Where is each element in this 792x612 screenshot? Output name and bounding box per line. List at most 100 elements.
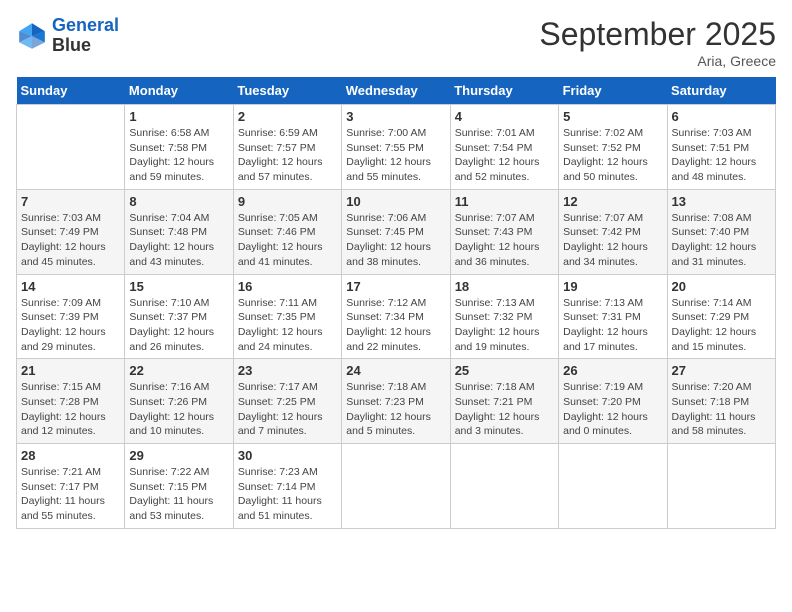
calendar-cell: 22 Sunrise: 7:16 AMSunset: 7:26 PMDayligh… [125,359,233,444]
day-info: Sunrise: 7:21 AMSunset: 7:17 PMDaylight:… [21,465,120,524]
day-info: Sunrise: 7:13 AMSunset: 7:31 PMDaylight:… [563,296,662,355]
calendar-cell [559,444,667,529]
weekday-header-friday: Friday [559,77,667,105]
day-info: Sunrise: 7:18 AMSunset: 7:23 PMDaylight:… [346,380,445,439]
day-info: Sunrise: 7:12 AMSunset: 7:34 PMDaylight:… [346,296,445,355]
day-info: Sunrise: 7:13 AMSunset: 7:32 PMDaylight:… [455,296,554,355]
calendar-cell: 3Sunrise: 7:00 AMSunset: 7:55 PMDaylight… [342,105,450,190]
weekday-header-tuesday: Tuesday [233,77,341,105]
day-info: Sunrise: 7:02 AMSunset: 7:52 PMDaylight:… [563,126,662,185]
calendar-cell: 30Sunrise: 7:23 AMSunset: 7:14 PMDayligh… [233,444,341,529]
calendar-cell: 16Sunrise: 7:11 AMSunset: 7:35 PMDayligh… [233,274,341,359]
calendar-cell: 28 Sunrise: 7:21 AMSunset: 7:17 PMDayligh… [17,444,125,529]
day-info: Sunrise: 7:19 AMSunset: 7:20 PMDaylight:… [563,380,662,439]
day-info: Sunrise: 7:01 AMSunset: 7:54 PMDaylight:… [455,126,554,185]
day-number: 19 [563,279,662,294]
logo-icon [16,20,48,52]
calendar-cell: 18 Sunrise: 7:13 AMSunset: 7:32 PMDayligh… [450,274,558,359]
day-info: Sunrise: 7:15 AMSunset: 7:28 PMDaylight:… [21,380,120,439]
calendar-cell: 12Sunrise: 7:07 AMSunset: 7:42 PMDayligh… [559,189,667,274]
calendar-cell [17,105,125,190]
day-info: Sunrise: 7:14 AMSunset: 7:29 PMDaylight:… [672,296,771,355]
day-number: 12 [563,194,662,209]
day-info: Sunrise: 7:04 AMSunset: 7:48 PMDaylight:… [129,211,228,270]
calendar-table: SundayMondayTuesdayWednesdayThursdayFrid… [16,77,776,529]
calendar-cell: 6Sunrise: 7:03 AMSunset: 7:51 PMDaylight… [667,105,775,190]
calendar-cell: 14 Sunrise: 7:09 AMSunset: 7:39 PMDayligh… [17,274,125,359]
day-info: Sunrise: 6:59 AMSunset: 7:57 PMDaylight:… [238,126,337,185]
day-number: 2 [238,109,337,124]
calendar-cell: 24 Sunrise: 7:18 AMSunset: 7:23 PMDayligh… [342,359,450,444]
calendar-cell: 25Sunrise: 7:18 AMSunset: 7:21 PMDayligh… [450,359,558,444]
page-header: General Blue September 2025 Aria, Greece [16,16,776,69]
calendar-cell: 8Sunrise: 7:04 AMSunset: 7:48 PMDaylight… [125,189,233,274]
logo: General Blue [16,16,119,56]
calendar-week-5: 28 Sunrise: 7:21 AMSunset: 7:17 PMDayligh… [17,444,776,529]
calendar-cell [342,444,450,529]
day-number: 24 [346,363,445,378]
day-number: 1 [129,109,228,124]
calendar-cell: 20 Sunrise: 7:14 AMSunset: 7:29 PMDayligh… [667,274,775,359]
day-info: Sunrise: 7:06 AMSunset: 7:45 PMDaylight:… [346,211,445,270]
day-info: Sunrise: 7:10 AMSunset: 7:37 PMDaylight:… [129,296,228,355]
calendar-cell: 23Sunrise: 7:17 AMSunset: 7:25 PMDayligh… [233,359,341,444]
calendar-cell [667,444,775,529]
day-number: 28 [21,448,120,463]
day-number: 14 [21,279,120,294]
weekday-header-sunday: Sunday [17,77,125,105]
calendar-header: SundayMondayTuesdayWednesdayThursdayFrid… [17,77,776,105]
day-info: Sunrise: 7:09 AMSunset: 7:39 PMDaylight:… [21,296,120,355]
day-number: 13 [672,194,771,209]
calendar-cell: 21 Sunrise: 7:15 AMSunset: 7:28 PMDayligh… [17,359,125,444]
calendar-week-2: 7 Sunrise: 7:03 AMSunset: 7:49 PMDaylight… [17,189,776,274]
calendar-cell: 2 Sunrise: 6:59 AMSunset: 7:57 PMDaylight… [233,105,341,190]
day-number: 20 [672,279,771,294]
calendar-cell: 29 Sunrise: 7:22 AMSunset: 7:15 PMDayligh… [125,444,233,529]
calendar-cell: 15 Sunrise: 7:10 AMSunset: 7:37 PMDayligh… [125,274,233,359]
calendar-cell: 27Sunrise: 7:20 AMSunset: 7:18 PMDayligh… [667,359,775,444]
day-info: Sunrise: 7:00 AMSunset: 7:55 PMDaylight:… [346,126,445,185]
calendar-body: 1Sunrise: 6:58 AMSunset: 7:58 PMDaylight… [17,105,776,529]
logo-text: General Blue [52,16,119,56]
day-info: Sunrise: 7:23 AMSunset: 7:14 PMDaylight:… [238,465,337,524]
day-number: 22 [129,363,228,378]
day-number: 9 [238,194,337,209]
day-number: 29 [129,448,228,463]
day-number: 15 [129,279,228,294]
day-info: Sunrise: 7:08 AMSunset: 7:40 PMDaylight:… [672,211,771,270]
calendar-cell: 4 Sunrise: 7:01 AMSunset: 7:54 PMDaylight… [450,105,558,190]
calendar-cell: 5Sunrise: 7:02 AMSunset: 7:52 PMDaylight… [559,105,667,190]
day-info: Sunrise: 7:05 AMSunset: 7:46 PMDaylight:… [238,211,337,270]
day-number: 4 [455,109,554,124]
calendar-cell: 10 Sunrise: 7:06 AMSunset: 7:45 PMDayligh… [342,189,450,274]
calendar-cell: 11Sunrise: 7:07 AMSunset: 7:43 PMDayligh… [450,189,558,274]
day-info: Sunrise: 7:03 AMSunset: 7:49 PMDaylight:… [21,211,120,270]
calendar-cell: 17 Sunrise: 7:12 AMSunset: 7:34 PMDayligh… [342,274,450,359]
weekday-header-saturday: Saturday [667,77,775,105]
month-year: September 2025 [539,16,776,53]
day-number: 18 [455,279,554,294]
weekday-header-monday: Monday [125,77,233,105]
calendar-week-4: 21 Sunrise: 7:15 AMSunset: 7:28 PMDayligh… [17,359,776,444]
day-info: Sunrise: 7:17 AMSunset: 7:25 PMDaylight:… [238,380,337,439]
day-number: 21 [21,363,120,378]
day-number: 10 [346,194,445,209]
day-info: Sunrise: 7:07 AMSunset: 7:43 PMDaylight:… [455,211,554,270]
weekday-header-row: SundayMondayTuesdayWednesdayThursdayFrid… [17,77,776,105]
day-number: 27 [672,363,771,378]
day-number: 26 [563,363,662,378]
weekday-header-thursday: Thursday [450,77,558,105]
title-block: September 2025 Aria, Greece [539,16,776,69]
day-info: Sunrise: 7:16 AMSunset: 7:26 PMDaylight:… [129,380,228,439]
day-number: 7 [21,194,120,209]
weekday-header-wednesday: Wednesday [342,77,450,105]
day-number: 17 [346,279,445,294]
day-info: Sunrise: 7:18 AMSunset: 7:21 PMDaylight:… [455,380,554,439]
calendar-cell: 26 Sunrise: 7:19 AMSunset: 7:20 PMDayligh… [559,359,667,444]
day-info: Sunrise: 7:22 AMSunset: 7:15 PMDaylight:… [129,465,228,524]
calendar-cell: 19 Sunrise: 7:13 AMSunset: 7:31 PMDayligh… [559,274,667,359]
location: Aria, Greece [539,53,776,69]
calendar-cell: 7 Sunrise: 7:03 AMSunset: 7:49 PMDaylight… [17,189,125,274]
calendar-cell [450,444,558,529]
calendar-cell: 13 Sunrise: 7:08 AMSunset: 7:40 PMDayligh… [667,189,775,274]
